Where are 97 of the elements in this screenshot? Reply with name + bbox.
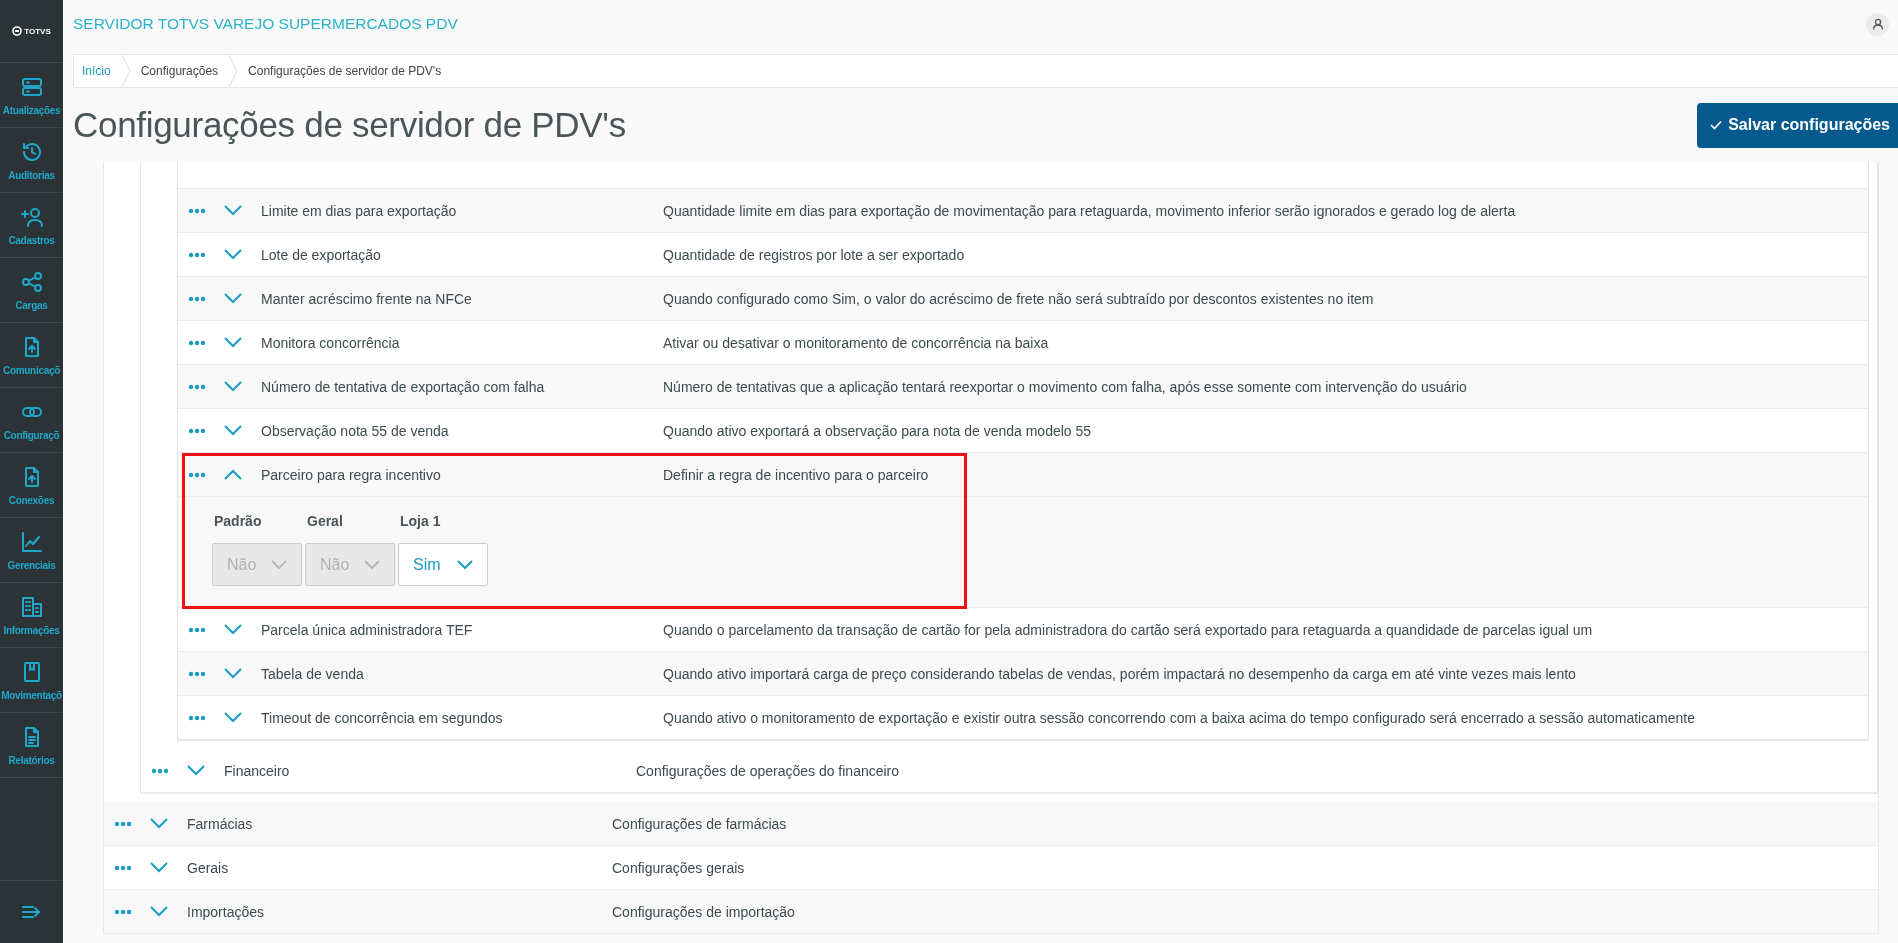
- field-label: Geral: [306, 513, 344, 529]
- share-icon: [19, 269, 44, 294]
- group-description: Configurações de farmácias: [612, 815, 787, 832]
- sidebar-item[interactable]: Relatórios: [0, 713, 63, 778]
- chevron-down-icon[interactable]: [224, 337, 242, 348]
- sidebar-item[interactable]: Configuraçõ: [0, 388, 63, 453]
- chevron-down-icon[interactable]: [187, 765, 205, 776]
- more-icon[interactable]: [188, 339, 206, 346]
- group-description: Configurações de importação: [612, 903, 795, 920]
- setting-row[interactable]: Parceiro para regra incentivo Definir a regra de incentivo para o parceiro: [178, 453, 1868, 497]
- chevron-down-icon[interactable]: [224, 205, 242, 216]
- setting-row[interactable]: Timeout de concorrência em segundos Quando ativo o monitoramento de exportação e existir outra sessão concorrendo com a baixa acima do tempo configurado será encerrado a sessão automaticamente: [178, 696, 1868, 740]
- setting-name: Observação nota 55 de venda: [261, 422, 450, 439]
- setting-name: Tabela de venda: [261, 665, 365, 682]
- breadcrumb-item: Configurações: [139, 64, 220, 78]
- setting-name: Limite em dias para exportação: [261, 202, 458, 219]
- save-button[interactable]: Salvar configurações: [1697, 102, 1898, 148]
- setting-description: Quantidade de registros por lote a ser exportado: [663, 246, 965, 263]
- breadcrumb-item: Configurações de servidor de PDV's: [247, 64, 443, 78]
- more-icon[interactable]: [188, 383, 206, 390]
- more-icon[interactable]: [188, 714, 206, 721]
- select-field[interactable]: Sim: [398, 543, 488, 586]
- chevron-down-icon[interactable]: [224, 712, 242, 723]
- setting-name: Timeout de concorrência em segundos: [261, 709, 504, 726]
- chevron-down-icon[interactable]: [224, 249, 242, 260]
- collapse-menu-icon[interactable]: [20, 903, 43, 921]
- user-icon: [1871, 18, 1884, 30]
- group-name: Farmácias: [187, 815, 254, 832]
- setting-name: Monitora concorrência: [261, 334, 401, 351]
- chevron-down-icon: [364, 559, 380, 570]
- chart-icon: [19, 529, 44, 554]
- chevron-down-icon[interactable]: [150, 906, 168, 917]
- logo-icon: [12, 26, 23, 36]
- building-icon: [19, 594, 44, 619]
- group-name: Gerais: [187, 859, 230, 876]
- more-icon[interactable]: [151, 767, 169, 774]
- sidebar-item[interactable]: Cadastros: [0, 193, 63, 258]
- setting-row[interactable]: Limite em dias para exportação Quantidade limite em dias para exportação de movimentação para retaguarda, movimento inferior serão ignorados e gerado log de alerta: [178, 189, 1868, 233]
- more-icon[interactable]: [188, 471, 206, 478]
- more-icon[interactable]: [188, 427, 206, 434]
- chevron-down-icon[interactable]: [224, 293, 242, 304]
- logo-text: TOTVS: [24, 26, 51, 36]
- setting-description: Quantidade limite em dias para exportação de movimentação para retaguarda, movimento inferior serão ignorados e gerado log de alerta: [663, 202, 1516, 219]
- user-avatar[interactable]: [1866, 12, 1889, 36]
- setting-description: Quando ativo o monitoramento de exportação e existir outra sessão concorrendo com a baixa acima do tempo configurado será encerrado a sessão automaticamente: [663, 709, 1695, 726]
- chevron-down-icon: [271, 559, 287, 570]
- setting-name: Lote de exportação: [261, 246, 382, 263]
- sidebar-item[interactable]: Comunicaçõ: [0, 323, 63, 388]
- group-name: Importações: [187, 903, 266, 920]
- setting-description: Quando configurado como Sim, o valor do acréscimo de frete não será subtraído por descontos existentes no item: [663, 290, 1374, 307]
- breadcrumb-item[interactable]: Início: [82, 64, 121, 78]
- page-title: Configurações de servidor de PDV's: [73, 105, 626, 145]
- setting-description: Número de tentativas que a aplicação tentará reexportar o movimento com falha, após esse somente com intervenção do usuário: [663, 378, 1467, 395]
- sidebar-item[interactable]: Atualizações: [0, 63, 63, 128]
- select-field: Não: [212, 543, 302, 586]
- category-name: Financeiro: [224, 762, 291, 779]
- chevron-down-icon[interactable]: [150, 818, 168, 829]
- group-description: Configurações gerais: [612, 859, 745, 876]
- setting-row[interactable]: Tabela de venda Quando ativo importará carga de preço considerando tabelas de vendas, porém impactará no desempenho da carga em até vinte vezes mais lento: [178, 652, 1868, 696]
- setting-name: Parceiro para regra incentivo: [261, 466, 442, 483]
- chevron-down-icon: [457, 559, 473, 570]
- sidebar-item[interactable]: Auditorias: [0, 128, 63, 193]
- sidebar-item[interactable]: Conexões: [0, 453, 63, 518]
- field-label: Loja 1: [399, 513, 442, 529]
- more-icon[interactable]: [188, 670, 206, 677]
- chevron-down-icon[interactable]: [150, 862, 168, 873]
- category-description: Configurações de operações do financeiro: [636, 762, 900, 779]
- app-title: SERVIDOR TOTVS VAREJO SUPERMERCADOS PDV: [73, 15, 458, 33]
- check-icon: [1710, 120, 1723, 130]
- sidebar-item[interactable]: Cargas: [0, 258, 63, 323]
- more-icon[interactable]: [188, 295, 206, 302]
- select-field: Não: [305, 543, 395, 586]
- setting-description: Quando ativo importará carga de preço considerando tabelas de vendas, porém impactará no desempenho da carga em até vinte vezes mais lento: [663, 665, 1576, 682]
- setting-description: Ativar ou desativar o monitoramento de concorrência na baixa: [663, 334, 1049, 351]
- setting-description: Quando o parcelamento da transação de cartão for pela administradora do cartão será exportado para retaguarda a quandidade de parcelas igual um: [663, 621, 1593, 638]
- chevron-down-icon[interactable]: [224, 381, 242, 392]
- more-icon[interactable]: [188, 207, 206, 214]
- more-icon[interactable]: [188, 251, 206, 258]
- chevron-down-icon[interactable]: [224, 668, 242, 679]
- sidebar-item[interactable]: Gerenciais: [0, 518, 63, 583]
- chevron-down-icon[interactable]: [224, 425, 242, 436]
- setting-description: Definir a regra de incentivo para o parceiro: [663, 466, 929, 483]
- more-icon[interactable]: [114, 820, 132, 827]
- sidebar-item[interactable]: Informações: [0, 583, 63, 648]
- chevron-up-icon[interactable]: [224, 469, 242, 480]
- setting-name: Número de tentativa de exportação com falha: [261, 378, 546, 395]
- more-icon[interactable]: [188, 626, 206, 633]
- more-icon[interactable]: [114, 908, 132, 915]
- sidebar-item[interactable]: Movimentaçõ: [0, 648, 63, 713]
- setting-row[interactable]: Número de tentativa de exportação com falha Número de tentativas que a aplicação tentará reexportar o movimento com falha, após esse somente com intervenção do usuário: [178, 365, 1868, 409]
- chevron-down-icon[interactable]: [224, 624, 242, 635]
- field-label: Padrão: [213, 513, 263, 529]
- more-icon[interactable]: [114, 864, 132, 871]
- setting-name: Parcela única administradora TEF: [261, 621, 474, 638]
- setting-description: Quando ativo exportará a observação para nota de venda modelo 55: [663, 422, 1092, 439]
- setting-name: Manter acréscimo frente na NFCe: [261, 290, 473, 307]
- setting-row[interactable]: Manter acréscimo frente na NFCe Quando configurado como Sim, o valor do acréscimo de frete não será subtraído por descontos existentes no item: [178, 277, 1868, 321]
